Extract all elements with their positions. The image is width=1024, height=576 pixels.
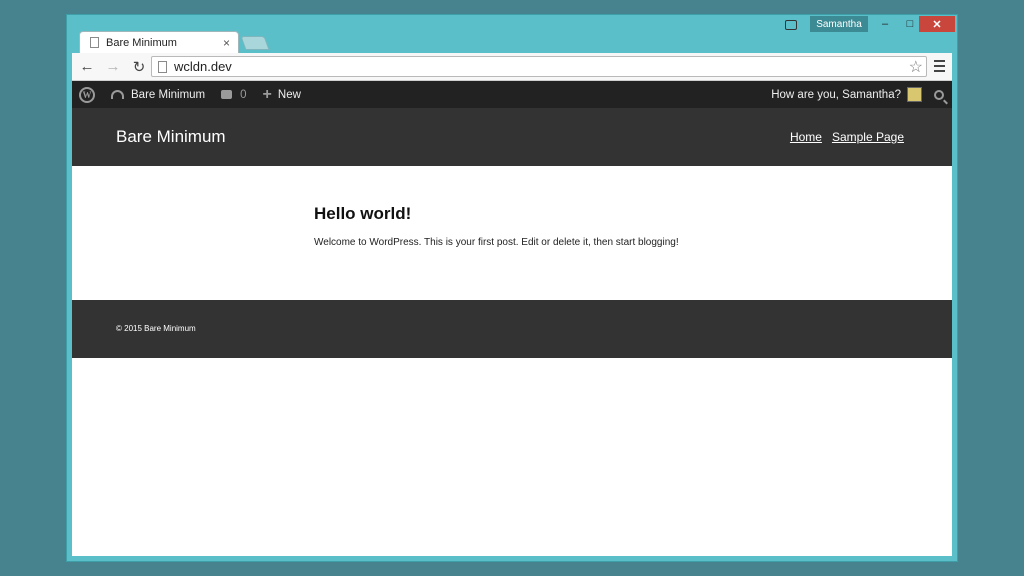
forward-button[interactable]: →: [102, 58, 124, 75]
page-icon: [158, 60, 167, 73]
minimize-button[interactable]: –: [872, 16, 898, 32]
admin-comments-link[interactable]: 0: [221, 88, 247, 101]
search-icon[interactable]: [934, 89, 944, 100]
site-title[interactable]: Bare Minimum: [116, 127, 226, 147]
nav-link-sample-page[interactable]: Sample Page: [832, 130, 904, 144]
url-text[interactable]: wcldn.dev: [174, 59, 909, 74]
menu-icon[interactable]: [934, 60, 945, 75]
user-badge[interactable]: Samantha: [810, 16, 868, 32]
dashboard-icon: [111, 90, 124, 99]
new-tab-button[interactable]: [240, 36, 270, 50]
menu-icon-bar: [934, 70, 945, 72]
admin-site-link[interactable]: Bare Minimum: [111, 89, 205, 101]
menu-icon-bar: [934, 60, 945, 62]
wordpress-logo-icon[interactable]: W: [79, 86, 95, 103]
post-title[interactable]: Hello world!: [314, 204, 411, 224]
back-button[interactable]: ←: [76, 58, 98, 75]
admin-new-link[interactable]: + New: [262, 85, 301, 103]
title-bar: Bare Minimum × Samantha – □ ✕: [67, 15, 957, 53]
close-button[interactable]: ✕: [919, 16, 955, 32]
avatar[interactable]: [907, 87, 922, 102]
nav-link-home[interactable]: Home: [790, 130, 822, 144]
page-icon: [90, 37, 99, 48]
admin-bar-right: How are you, Samantha?: [771, 81, 944, 108]
reload-button[interactable]: ↻: [128, 58, 150, 76]
post-body: Welcome to WordPress. This is your first…: [314, 237, 679, 248]
wp-admin-bar: W Bare Minimum 0 + New How are you, Sama…: [72, 81, 952, 108]
main-content: Hello world! Welcome to WordPress. This …: [72, 166, 952, 300]
address-bar[interactable]: wcldn.dev ☆: [151, 56, 927, 77]
tab-close-icon[interactable]: ×: [223, 36, 230, 50]
plus-icon: +: [262, 85, 272, 103]
footer-copyright: © 2015 Bare Minimum: [116, 324, 196, 333]
page-viewport: W Bare Minimum 0 + New How are you, Sama…: [72, 81, 952, 556]
site-navigation: Home Sample Page: [790, 130, 904, 144]
bookmark-star-icon[interactable]: ☆: [909, 57, 923, 77]
comment-count: 0: [240, 88, 247, 101]
new-label: New: [277, 88, 301, 101]
menu-icon-bar: [934, 65, 945, 67]
browser-tab[interactable]: Bare Minimum ×: [79, 31, 239, 53]
admin-site-name: Bare Minimum: [131, 88, 206, 101]
account-greeting[interactable]: How are you, Samantha?: [771, 89, 901, 101]
site-footer: © 2015 Bare Minimum: [72, 300, 952, 358]
tab-title: Bare Minimum: [106, 36, 177, 49]
browser-window: Bare Minimum × Samantha – □ ✕ ← → ↻ wcld…: [66, 14, 958, 562]
site-header: Bare Minimum Home Sample Page: [72, 108, 952, 166]
comment-icon: [221, 90, 233, 99]
browser-toolbar: ← → ↻ wcldn.dev ☆: [72, 53, 952, 81]
profile-switch-icon[interactable]: [785, 20, 797, 30]
